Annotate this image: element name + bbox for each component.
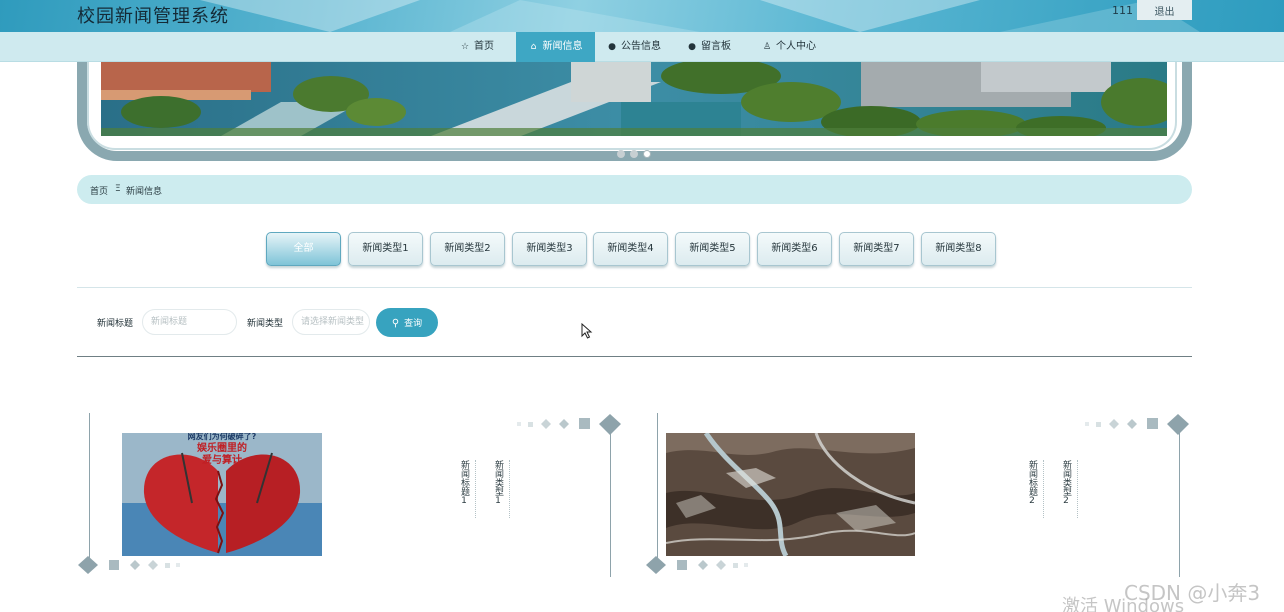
- help-icon: ●: [688, 42, 696, 52]
- broken-heart-apple-cover: 网友们为何破碎了? 娱乐圈里的 爱与算计: [122, 433, 322, 556]
- category-type5-button[interactable]: 新闻类型5: [675, 232, 750, 266]
- category-type3-button[interactable]: 新闻类型3: [512, 232, 587, 266]
- home-icon: ⌂: [530, 42, 537, 52]
- card-frame-line: [89, 413, 90, 568]
- nav-item-label: 公告信息: [621, 41, 661, 52]
- category-type7-button[interactable]: 新闻类型7: [839, 232, 914, 266]
- logout-button[interactable]: 退出: [1137, 0, 1192, 20]
- vertical-separator: [509, 460, 510, 518]
- carousel-dot-3[interactable]: [643, 150, 651, 158]
- vertical-separator: [475, 460, 476, 518]
- satellite-terrain-photo: [666, 433, 915, 556]
- info-icon: ●: [608, 42, 616, 52]
- campus-aerial-photo: [101, 62, 1167, 136]
- star-icon: ☆: [460, 42, 470, 52]
- divider: [77, 287, 1192, 288]
- image-subcaption: 网友们为何破碎了?: [188, 433, 257, 441]
- breadcrumb-home[interactable]: 首页: [90, 184, 108, 197]
- news-type-2: 新闻类型2: [1061, 460, 1071, 506]
- category-type2-button[interactable]: 新闻类型2: [430, 232, 505, 266]
- breadcrumb-current: 新闻信息: [126, 187, 163, 197]
- nav-item-news[interactable]: ⌂ 新闻信息: [516, 32, 595, 62]
- current-username: 111: [1112, 4, 1133, 17]
- site-title: 校园新闻管理系统: [77, 6, 229, 27]
- mouse-cursor-icon: [581, 323, 593, 339]
- nav-item-notices[interactable]: ● 公告信息: [600, 32, 668, 62]
- page: 校园新闻管理系统 111 退出 ☆ 首页 ⌂ 新闻信息 ● 公告信息 ● 留言板 ♙ 个人…: [0, 0, 1284, 612]
- category-type4-button[interactable]: 新闻类型4: [593, 232, 668, 266]
- title-search-label: 新闻标题: [97, 319, 134, 329]
- nav-item-label: 留言板: [701, 41, 731, 52]
- category-type6-button[interactable]: 新闻类型6: [757, 232, 832, 266]
- divider: [77, 356, 1192, 357]
- carousel-dot-1[interactable]: [617, 150, 625, 158]
- search-button[interactable]: ⚲ 查询: [376, 308, 438, 337]
- news-type-1: 新闻类型1: [493, 460, 503, 506]
- vertical-separator: [1043, 460, 1044, 518]
- search-icon: ⚲: [391, 318, 400, 329]
- news-card-2[interactable]: 新闻标题2 新闻类型2: [645, 410, 1190, 580]
- decor-diamonds-icon: [1085, 414, 1189, 435]
- site-header: 校园新闻管理系统 111 退出: [0, 0, 1284, 32]
- category-type8-button[interactable]: 新闻类型8: [921, 232, 996, 266]
- vertical-separator: [1077, 460, 1078, 518]
- category-all-button[interactable]: 全部: [266, 232, 341, 266]
- breadcrumb-separator: Ξ: [115, 184, 121, 194]
- breadcrumb: 首页 Ξ 新闻信息: [77, 175, 1192, 204]
- carousel-dot-2[interactable]: [630, 150, 638, 158]
- type-search-label: 新闻类型: [247, 319, 284, 329]
- nav-item-label: 新闻信息: [542, 41, 583, 52]
- category-type1-button[interactable]: 新闻类型1: [348, 232, 423, 266]
- type-select-input[interactable]: [292, 309, 370, 335]
- csdn-watermark: CSDN @小奔3: [1124, 581, 1261, 605]
- news-title-1[interactable]: 新闻标题1: [454, 460, 469, 506]
- news-image-1[interactable]: 网友们为何破碎了? 娱乐圈里的 爱与算计: [122, 433, 322, 556]
- nav-item-label: 首页: [474, 41, 494, 52]
- svg-text:娱乐圈里的: 娱乐圈里的: [197, 441, 247, 454]
- nav-item-home[interactable]: ☆ 首页: [446, 32, 508, 62]
- nav-item-messages[interactable]: ● 留言板: [680, 32, 738, 62]
- banner-image[interactable]: [101, 62, 1167, 136]
- card-frame-line: [610, 422, 611, 577]
- news-title-2[interactable]: 新闻标题2: [1022, 460, 1037, 506]
- title-search-input[interactable]: [142, 309, 237, 335]
- nav-item-label: 个人中心: [776, 41, 816, 52]
- card-frame-line: [1179, 422, 1180, 577]
- main-nav: ☆ 首页 ⌂ 新闻信息 ● 公告信息 ● 留言板 ♙ 个人中心: [0, 32, 1284, 62]
- decor-diamonds-icon: [517, 414, 621, 435]
- nav-item-profile[interactable]: ♙ 个人中心: [756, 32, 822, 62]
- user-icon: ♙: [762, 42, 772, 52]
- search-button-label: 查询: [404, 319, 423, 329]
- svg-text:爱与算计: 爱与算计: [202, 453, 242, 466]
- news-card-1[interactable]: 网友们为何破碎了? 娱乐圈里的 爱与算计 新闻标题1 新闻类型1: [77, 410, 622, 580]
- card-frame-line: [657, 413, 658, 568]
- news-image-2[interactable]: [666, 433, 915, 556]
